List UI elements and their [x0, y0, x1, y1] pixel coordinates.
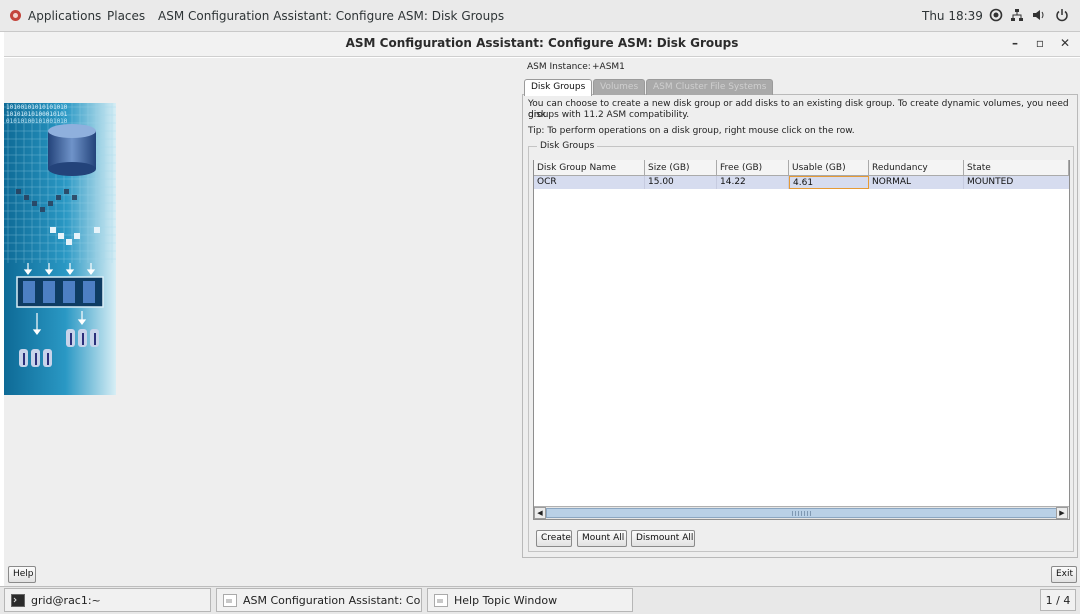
maximize-button[interactable]: ▫ [1031, 34, 1049, 52]
network-icon[interactable] [1010, 8, 1024, 22]
svg-text:10101010100010101: 10101010100010101 [6, 111, 68, 118]
tab-disk-groups[interactable]: Disk Groups [524, 79, 593, 96]
taskbar-item-terminal[interactable]: grid@rac1:~ [4, 588, 211, 612]
places-menu[interactable]: Places [107, 9, 145, 23]
help-button[interactable]: Help [8, 566, 36, 583]
taskbar-item-label: ASM Configuration Assistant: Config... [243, 594, 421, 607]
close-button[interactable]: ✕ [1056, 34, 1074, 52]
window-title: ASM Configuration Assistant: Configure A… [345, 36, 739, 50]
tab-asm-cluster-file-systems[interactable]: ASM Cluster File Systems [646, 79, 774, 95]
taskbar-item-asmca[interactable]: ASM Configuration Assistant: Config... [216, 588, 422, 612]
column-header-state[interactable]: State [964, 160, 1069, 176]
taskbar-item-label: Help Topic Window [454, 594, 558, 607]
column-header-size[interactable]: Size (GB) [645, 160, 717, 176]
disk-groups-title: Disk Groups [537, 141, 598, 151]
cell-state[interactable]: MOUNTED [964, 176, 1069, 189]
terminal-icon [11, 594, 25, 607]
workspace-switcher[interactable]: 1 / 4 [1040, 589, 1076, 611]
scroll-right-arrow-icon[interactable]: ▶ [1056, 507, 1068, 519]
scrollbar-thumb[interactable] [546, 508, 1057, 518]
java-app-icon [223, 594, 237, 607]
asm-instance-value: +ASM1 [592, 62, 625, 72]
scroll-left-arrow-icon[interactable]: ◀ [534, 507, 546, 519]
cell-size[interactable]: 15.00 [645, 176, 717, 189]
svg-text:10100101010101010: 10100101010101010 [6, 104, 68, 111]
column-header-free[interactable]: Free (GB) [717, 160, 789, 176]
exit-button[interactable]: Exit [1051, 566, 1077, 583]
cell-name[interactable]: OCR [534, 176, 645, 189]
create-button[interactable]: Create [536, 530, 572, 547]
minimize-button[interactable]: – [1006, 34, 1024, 52]
cell-usable[interactable]: 4.61 [789, 176, 869, 189]
applications-menu[interactable]: Applications [28, 9, 101, 23]
window-titlebar[interactable]: ASM Configuration Assistant: Configure A… [4, 32, 1080, 57]
applications-menu-icon[interactable] [10, 10, 21, 21]
mount-all-button[interactable]: Mount All [577, 530, 627, 547]
cell-redundancy[interactable]: NORMAL [869, 176, 964, 189]
tab-volumes[interactable]: Volumes [593, 79, 646, 95]
tip-text: Tip: To perform operations on a disk gro… [528, 126, 855, 136]
clock[interactable]: Thu 18:39 [922, 9, 983, 23]
volume-icon[interactable] [1032, 8, 1046, 22]
top-panel: Applications Places ASM Configuration As… [0, 0, 1080, 32]
power-icon[interactable] [1055, 8, 1069, 22]
column-header-usable[interactable]: Usable (GB) [789, 160, 869, 176]
active-window-menu[interactable]: ASM Configuration Assistant: Configure A… [158, 9, 504, 23]
accessibility-icon[interactable] [989, 8, 1003, 22]
scrollbar-grip [792, 511, 812, 516]
taskbar-item-label: grid@rac1:~ [31, 594, 101, 607]
asm-wizard-illustration: 10100101010101010 10101010100010101 0101… [4, 103, 116, 395]
info-text-line2: groups with 11.2 ASM compatibility. [528, 110, 690, 120]
disk-groups-table[interactable] [533, 160, 1070, 520]
java-app-icon [434, 594, 448, 607]
asm-instance-label: ASM Instance: [527, 62, 591, 72]
taskbar-item-help-topic[interactable]: Help Topic Window [427, 588, 633, 612]
column-header-redundancy[interactable]: Redundancy [869, 160, 964, 176]
cell-free[interactable]: 14.22 [717, 176, 789, 189]
table-horizontal-scrollbar[interactable]: ◀ ▶ [534, 506, 1069, 519]
column-header-name[interactable]: Disk Group Name [534, 160, 645, 176]
dismount-all-button[interactable]: Dismount All [631, 530, 695, 547]
svg-text:01010100101001010: 01010100101001010 [6, 118, 68, 125]
